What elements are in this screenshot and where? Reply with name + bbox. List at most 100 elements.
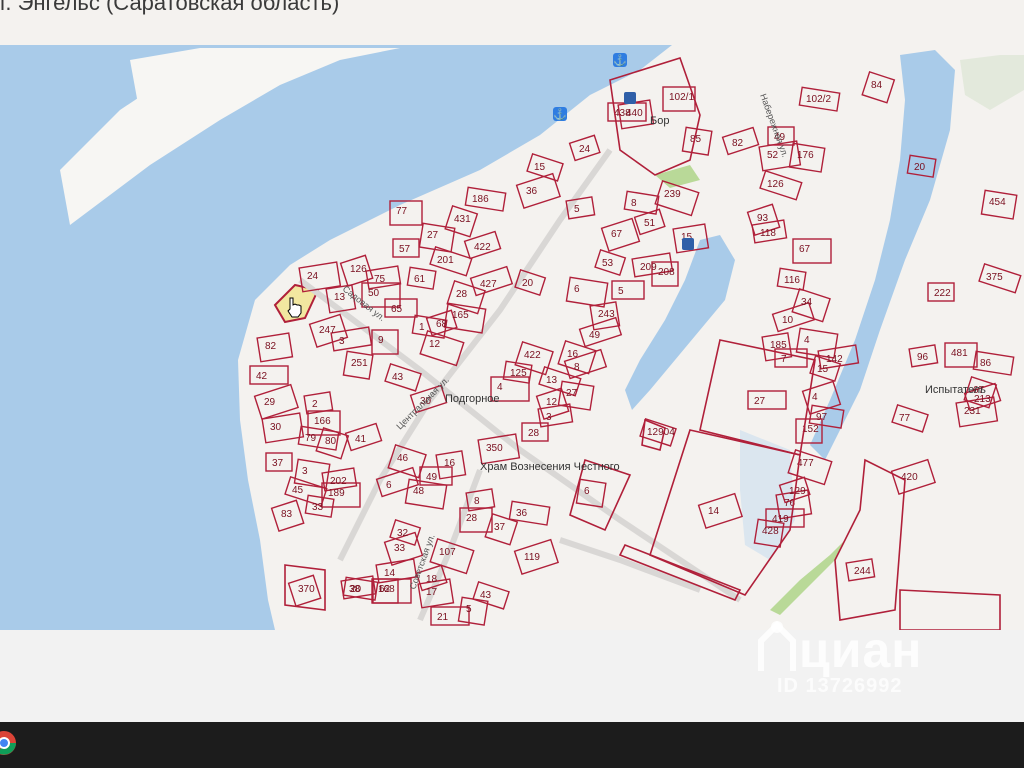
parcel-number-label: 12 — [546, 397, 558, 408]
parcel-number-label: 27 — [566, 388, 578, 399]
watermark-brand: циан — [799, 622, 923, 678]
parcel-number-label: 222 — [934, 288, 951, 299]
parcel-number-label: 4 — [804, 335, 810, 346]
parcel-number-label: 247 — [319, 325, 336, 336]
parcel-number-label: 251 — [351, 358, 368, 369]
parcel-number-label: 27 — [754, 396, 766, 407]
parcel-number-label: 243 — [598, 309, 615, 320]
parcel-number-label: 7 — [781, 354, 787, 365]
anchor-icon: ⚓ — [553, 107, 567, 121]
parcel-number-label: 186 — [472, 194, 489, 205]
parcel-number-label: 1 — [419, 322, 425, 333]
parcel-number-label: 118 — [760, 228, 776, 239]
parcel-number-label: 37 — [272, 458, 284, 469]
parcel-number-label: 129 — [789, 486, 806, 497]
parcel-number-label: 244 — [854, 566, 871, 577]
parcel-number-label: 27 — [427, 230, 439, 241]
parcel-number-label: 375 — [986, 272, 1003, 283]
parcel-number-label: 5 — [466, 604, 472, 615]
parcel-number-label: 24 — [307, 271, 319, 282]
parcel-number-label: 84 — [871, 80, 883, 91]
parcel-number-label: 41 — [355, 434, 367, 445]
parcel-number-label: 3 — [339, 336, 345, 347]
parcel-number-label: 16 — [444, 458, 456, 469]
parcel-number-label: 33 — [394, 543, 406, 554]
parcel-number-label: 48 — [413, 486, 425, 497]
parcel-number-label: 28 — [528, 428, 540, 439]
parcel-number-label: 176 — [797, 150, 814, 161]
parcel-number-label: 83 — [281, 509, 293, 520]
parcel-number-label: 107 — [439, 547, 456, 558]
parcel-number-label: 49 — [589, 330, 601, 341]
parcel-number-label: 4 — [812, 392, 818, 403]
parcel-number-label: 6 — [574, 284, 580, 295]
cadastral-map[interactable]: 24 440 438 85 15 36 5 77 186 431 422 24 57 27 201 126 75… — [0, 0, 1024, 631]
parcel-number-label: 17 — [426, 587, 438, 598]
parcel-number-label: 96 — [917, 352, 929, 363]
place-label-church: Храм Вознесения Честного — [480, 461, 620, 473]
parcel-number-label: 6 — [386, 480, 392, 491]
parcel-number-label: 97 — [816, 412, 828, 423]
parcel-number-label: 32 — [397, 528, 409, 539]
page-title: г. Энгельс (Саратовская область) — [0, 0, 340, 15]
watermark-id: ID 13726992 — [777, 675, 903, 697]
parcel-number-label: 438 — [614, 108, 631, 119]
parcel-number-label: 431 — [454, 214, 471, 225]
place-label-ispytatel: Испытатель — [925, 384, 986, 396]
parcel-number-label: 102/1 — [669, 92, 694, 103]
parcel-number-label: 36 — [516, 508, 528, 519]
parcel-number-label: 5 — [574, 204, 580, 215]
parcel-number-label: 481 — [951, 348, 968, 359]
parcel-number-label: 93 — [757, 213, 769, 224]
parcel-number-label: 68 — [436, 319, 448, 330]
parcel-number-label: 166 — [314, 416, 331, 427]
chrome-icon[interactable] — [0, 728, 18, 758]
parcel-number-label: 86 — [980, 358, 992, 369]
parcel-number-label: 102/2 — [806, 94, 831, 105]
parcel-number-label: 38 — [349, 584, 361, 595]
parcel-number-label: 30 — [270, 422, 282, 433]
parcel-number-label: 142 — [826, 354, 843, 365]
parcel-number-label: 28 — [456, 289, 468, 300]
parcel-number-label: 126 — [350, 264, 367, 275]
parcel-number-label: 231 — [964, 406, 981, 417]
parcel-number-label: 52 — [767, 150, 779, 161]
parcel-number-label: 50 — [368, 288, 380, 299]
parcel-number-label: 16 — [567, 349, 579, 360]
parcel-number-label: 18 — [426, 574, 438, 585]
parcel-number-label: 33 — [312, 502, 324, 513]
parcel-number-label: 12 — [429, 339, 441, 350]
parcel-number-label: 428 — [762, 526, 779, 537]
parcel-number-label: 422 — [474, 242, 491, 253]
parcel-number-label: 350 — [486, 443, 503, 454]
parcel-number-label: 65 — [391, 304, 403, 315]
parcel-number-label: 20 — [522, 278, 534, 289]
parcel-number-label: 14 — [708, 506, 720, 517]
parcel-number-label: 9 — [378, 335, 384, 346]
parcel-number-label: 82 — [732, 138, 744, 149]
parcel-number-label: 126 — [767, 179, 784, 190]
parcel-number-label: 42 — [256, 371, 268, 382]
parcel-number-label: 28 — [466, 513, 478, 524]
parcel-number-label: 165 — [452, 310, 469, 321]
place-label-podgornoe: Подгорное — [445, 393, 500, 405]
cian-house-icon — [758, 620, 796, 671]
parcel-number-label: 67 — [799, 244, 811, 255]
parcel-number-label: 45 — [292, 485, 304, 496]
parcel-number-label: 62 — [379, 584, 391, 595]
parcel-number-label: 29 — [264, 397, 276, 408]
parcel-number-label: 10 — [782, 315, 794, 326]
parcel-number-label: 370 — [298, 584, 315, 595]
parcel-number-label: 201 — [437, 255, 454, 266]
cian-watermark: циан ID 13726992 — [755, 615, 985, 705]
parcel-number-label: 239 — [664, 189, 681, 200]
parcel-number-label: 208 — [658, 267, 675, 278]
parcel-number-label: 79 — [305, 433, 317, 444]
parcel-number-label: 419 — [772, 514, 789, 525]
svg-text:⚓: ⚓ — [613, 54, 627, 67]
parcel-number-label: 119 — [524, 552, 540, 563]
parcel-number-label: 185 — [770, 340, 787, 351]
parcel-number-label: 209 — [640, 262, 657, 273]
parcel-number-label: 15 — [534, 162, 546, 173]
parcel-number-label: 427 — [480, 279, 497, 290]
